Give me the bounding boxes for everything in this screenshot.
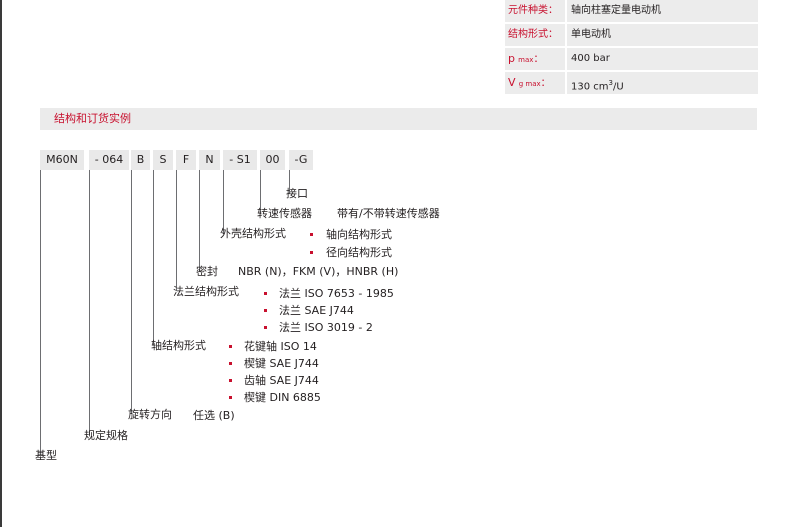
spec-value: 单电动机 [567,24,758,46]
bullet-icon [264,326,267,329]
spec-subscript: g max [518,80,541,88]
spec-row-structure: 结构形式： 单电动机 [505,24,758,46]
connector-housing [223,170,224,234]
spec-label: 结构形式： [505,24,565,46]
option-seal: NBR (N)，FKM (V)，HNBR (H) [238,265,399,278]
option-housing: 轴向结构形式 [326,228,392,241]
spec-value: 轴向柱塞定量电动机 [567,0,758,22]
spec-row-vgmax: V g max： 130 cm3/U [505,72,758,94]
label-flange: 法兰结构形式 [173,285,239,298]
code-box-housing: - S1 [223,150,257,170]
bullet-icon [229,379,232,382]
bullet-icon [310,233,313,236]
bullet-icon [229,362,232,365]
connector-seal [199,170,200,271]
label-size: 规定规格 [84,429,128,442]
spec-table: 元件种类： 轴向柱塞定量电动机 结构形式： 单电动机 p max： 400 ba… [505,0,758,96]
spec-value: 400 bar [567,48,758,70]
spec-subscript: max [518,56,534,64]
label-port: 接口 [286,187,308,200]
option-shaft: 楔键 DIN 6885 [244,391,321,404]
section-title: 结构和订货实例 [54,112,131,125]
code-box-size: - 064 [89,150,129,170]
connector-size [89,170,90,435]
spec-value-main: 130 cm [571,81,609,93]
spec-colon: ： [540,78,551,89]
option-flange: 法兰 ISO 3019 - 2 [279,321,373,334]
page-left-border [0,0,2,527]
spec-label: 元件种类： [505,0,565,22]
spec-value: 130 cm3/U [567,72,758,94]
spec-symbol: V [508,76,516,89]
connector-shaft [153,170,154,345]
code-box-port: -G [289,150,313,170]
code-box-base: M60N [40,150,84,170]
bullet-icon [229,396,232,399]
connector-rotation [131,170,132,414]
label-rotation: 旋转方向 [128,408,172,421]
label-seal: 密封 [196,265,218,278]
option-shaft: 齿轴 SAE J744 [244,374,319,387]
label-base: 基型 [35,449,57,462]
spec-label: p max： [505,48,565,70]
option-flange: 法兰 ISO 7653 - 1985 [279,287,394,300]
spec-row-pmax: p max： 400 bar [505,48,758,70]
spec-label: V g max： [505,72,565,94]
spec-symbol: p [508,52,515,65]
code-box-rotation: B [131,150,150,170]
label-speed-sensor: 转速传感器 [257,207,312,220]
option-speed-sensor: 带有/不带转速传感器 [337,207,440,220]
label-housing: 外壳结构形式 [220,227,286,240]
option-housing: 径向结构形式 [326,246,392,259]
section-band: 结构和订货实例 [40,108,757,130]
bullet-icon [229,345,232,348]
label-shaft: 轴结构形式 [151,339,206,352]
code-box-speed-sensor: 00 [260,150,285,170]
code-box-shaft: S [153,150,173,170]
bullet-icon [264,292,267,295]
spec-row-component-type: 元件种类： 轴向柱塞定量电动机 [505,0,758,22]
bullet-icon [310,251,313,254]
code-box-flange: F [176,150,196,170]
option-shaft: 花键轴 ISO 14 [244,340,317,353]
connector-flange [176,170,177,291]
code-box-seal: N [199,150,220,170]
connector-base [40,170,41,455]
spec-value-tail: /U [612,81,624,93]
option-rotation: 任选 (B) [193,409,235,422]
option-shaft: 楔键 SAE J744 [244,357,319,370]
option-flange: 法兰 SAE J744 [279,304,354,317]
bullet-icon [264,309,267,312]
spec-colon: ： [533,54,544,65]
